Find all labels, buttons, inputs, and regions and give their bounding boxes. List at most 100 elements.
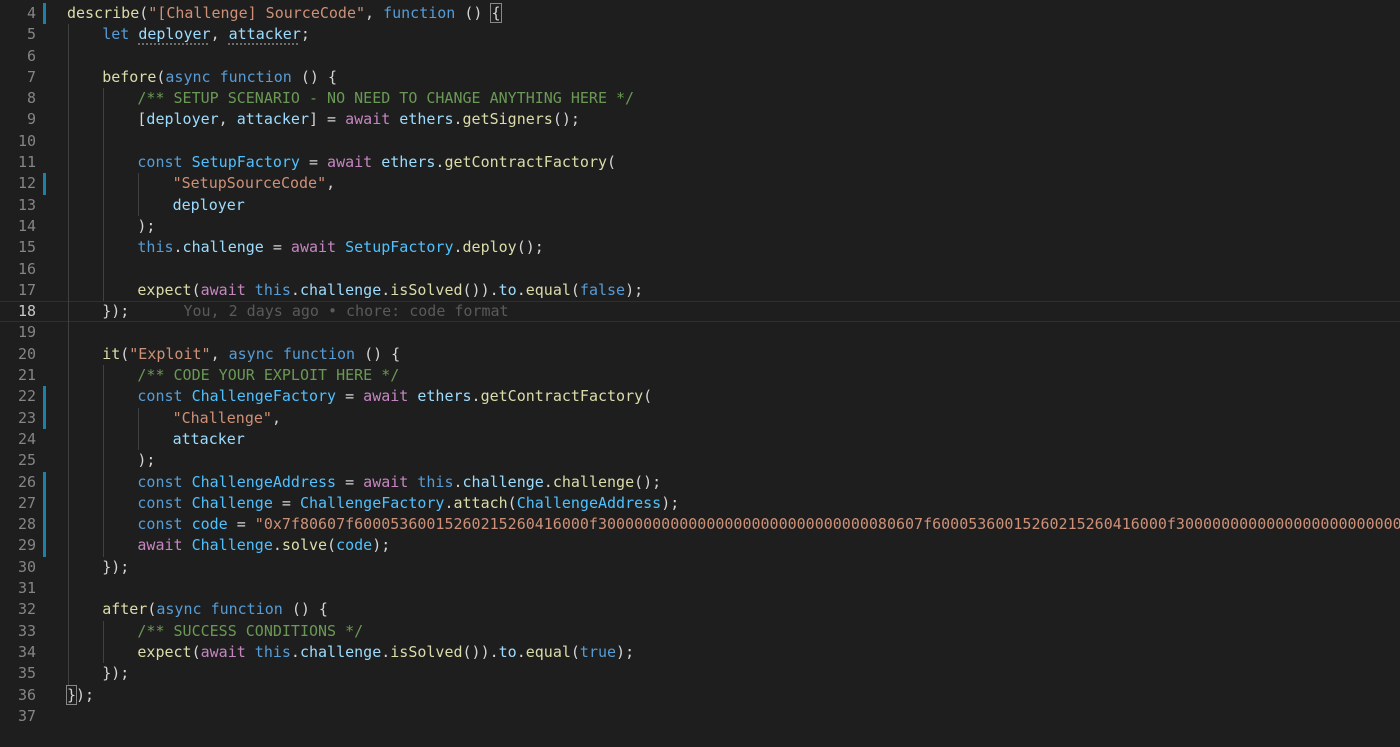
code-line[interactable]: 31 (0, 578, 1400, 600)
code-editor[interactable]: 4 describe("[Challenge] SourceCode", func… (0, 0, 1400, 747)
indent-guide (103, 386, 105, 408)
line-number: 31 (17, 579, 36, 598)
code-line[interactable]: 7 before(async function () { (0, 66, 1400, 89)
punctuation-token (211, 68, 220, 86)
punctuation-token: . (471, 387, 481, 406)
punctuation-token: () { (291, 67, 337, 86)
code-text: const Challenge = ChallengeFactory.attac… (137, 493, 679, 514)
line-number: 37 (17, 706, 36, 725)
punctuation-token: ( (120, 344, 130, 363)
string-token: "[Challenge] SourceCode" (148, 4, 366, 22)
code-line[interactable]: 6 (0, 45, 1400, 67)
code-line[interactable]: 26 const ChallengeAddress = await this.ch… (0, 471, 1400, 493)
code-line[interactable]: 35}); (0, 663, 1400, 685)
modified-line-marker[interactable] (43, 3, 46, 25)
indent-guide (103, 407, 105, 429)
variable-token: ethers (381, 153, 436, 172)
punctuation-token: , (218, 110, 237, 129)
indent-guide (68, 130, 69, 153)
code-line[interactable]: 18}); You, 2 days ago • chore: code form… (0, 301, 1400, 323)
modified-line-marker[interactable] (43, 386, 46, 408)
punctuation-token: ( (191, 642, 201, 661)
code-line[interactable]: 32 after(async function () { (0, 599, 1400, 621)
code-text: let deployer, attacker; (102, 24, 310, 45)
punctuation-token: . (543, 472, 553, 491)
code-line[interactable]: 10 (0, 130, 1400, 153)
keyword-token: function (383, 4, 456, 22)
punctuation-token (390, 110, 399, 128)
line-number: 24 (17, 429, 36, 448)
modified-line-marker[interactable] (43, 407, 46, 429)
code-line[interactable]: 36}); (0, 684, 1400, 706)
indent-guide (103, 173, 105, 195)
keyword-token: function (210, 600, 283, 619)
punctuation-token: . (290, 280, 300, 299)
code-line[interactable]: 20 it("Exploit", async function () { (0, 343, 1400, 366)
code-line[interactable]: 13 deployer (0, 194, 1400, 216)
code-line[interactable]: 5 let deployer, attacker; (0, 24, 1400, 46)
code-line[interactable]: 17 expect(await this.challenge.isSolved()… (0, 279, 1400, 302)
code-line[interactable]: 22 const ChallengeFactory = await ethers.… (0, 386, 1400, 408)
code-line[interactable]: 28 const code = "0x7f80607f60005360015260… (0, 514, 1400, 536)
code-line[interactable]: 19 (0, 322, 1400, 344)
indent-guide (68, 407, 69, 429)
control-keyword-token: await (137, 536, 183, 555)
code-line[interactable]: 4 describe("[Challenge] SourceCode", func… (0, 3, 1400, 25)
code-text: it("Exploit", async function () { (102, 344, 400, 365)
code-line[interactable]: 15 this.challenge = await SetupFactory.de… (0, 237, 1400, 259)
control-keyword-token: await (363, 387, 409, 406)
identifier-token: ChallengeFactory (191, 387, 337, 406)
string-token: "0x7f80607f60005360015260215260416000f30… (254, 515, 1400, 534)
punctuation-token: ); (625, 280, 644, 299)
control-keyword-token: await (200, 280, 246, 299)
modified-line-marker[interactable] (43, 173, 46, 195)
punctuation-token: ( (607, 153, 617, 172)
punctuation-token: , (365, 4, 384, 22)
code-line[interactable]: 16 (0, 258, 1400, 280)
code-text: /** SUCCESS CONDITIONS */ (137, 621, 363, 642)
code-line[interactable]: 29 await Challenge.solve(code); (0, 535, 1400, 557)
code-line[interactable]: 12 "SetupSourceCode", (0, 173, 1400, 195)
code-line[interactable]: 9 [deployer, attacker] = await ethers.get… (0, 109, 1400, 131)
code-line[interactable]: 21 /** CODE YOUR EXPLOIT HERE */ (0, 365, 1400, 387)
code-line[interactable]: 34 expect(await this.challenge.isSolved()… (0, 641, 1400, 664)
indent-guide (68, 322, 69, 344)
line-number: 9 (26, 110, 36, 129)
code-line[interactable]: 23 "Challenge", (0, 407, 1400, 429)
identifier-token: code (336, 536, 373, 555)
code-line[interactable]: 25); (0, 450, 1400, 472)
code-line[interactable]: 8 /** SETUP SCENARIO - NO NEED TO CHANGE … (0, 88, 1400, 110)
code-line[interactable]: 37 (0, 706, 1400, 727)
code-line[interactable]: 14); (0, 215, 1400, 238)
punctuation-token: ( (643, 387, 653, 406)
modified-line-marker[interactable] (43, 514, 46, 536)
modified-line-marker[interactable] (43, 471, 46, 493)
variable-token: to (498, 642, 517, 661)
code-text: "Challenge", (173, 408, 281, 429)
punctuation-token (183, 153, 192, 171)
indent-guide (103, 450, 105, 472)
variable-token: ethers (399, 110, 454, 129)
code-line[interactable]: 11 const SetupFactory = await ethers.getC… (0, 152, 1400, 174)
code-line[interactable]: 27 const Challenge = ChallengeFactory.att… (0, 492, 1400, 515)
code-text: await Challenge.solve(code); (137, 535, 390, 556)
line-number: 5 (26, 25, 36, 44)
identifier-token: ChallengeAddress (191, 472, 337, 491)
line-number: 13 (17, 195, 36, 214)
indent-guide (68, 88, 69, 110)
code-text: expect(await this.challenge.isSolved()).… (137, 280, 643, 301)
modified-line-marker[interactable] (43, 492, 46, 515)
modified-line-marker[interactable] (43, 535, 46, 557)
code-line[interactable]: 24 attacker (0, 428, 1400, 451)
line-number: 27 (17, 493, 36, 512)
keyword-token: this (254, 642, 291, 661)
code-line[interactable]: 30}); (0, 556, 1400, 579)
code-line[interactable]: 33 /** SUCCESS CONDITIONS */ (0, 620, 1400, 642)
punctuation-token: . (272, 536, 282, 555)
keyword-token: this (137, 238, 174, 257)
indent-guide (138, 407, 140, 429)
indent-guide (68, 386, 69, 408)
punctuation-token: . (516, 280, 526, 299)
punctuation-token: }); (102, 664, 130, 683)
code-text: }); (102, 663, 129, 684)
